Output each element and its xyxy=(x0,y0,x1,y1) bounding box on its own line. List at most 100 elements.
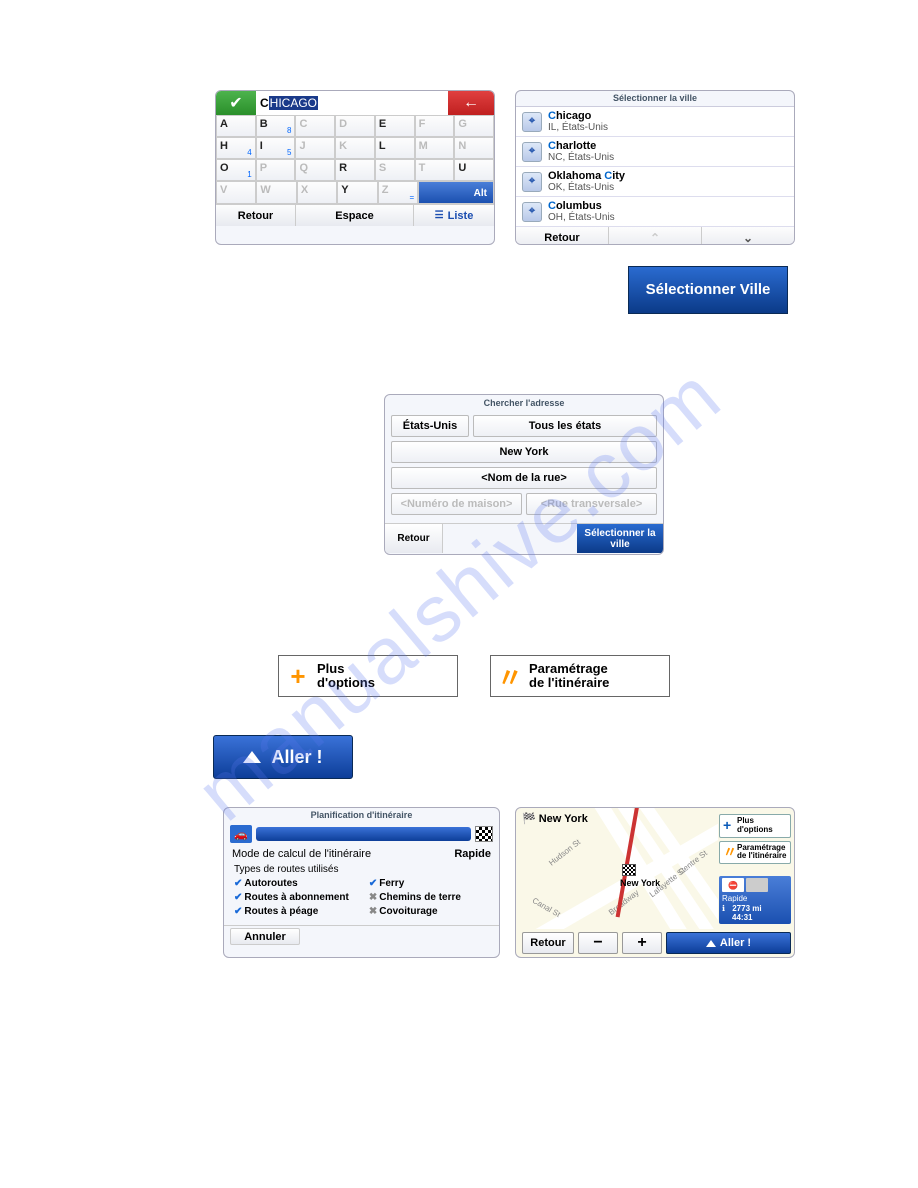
go-button[interactable]: Aller ! xyxy=(213,735,353,779)
cancel-button[interactable]: Annuler xyxy=(230,928,300,945)
vehicle-icon[interactable]: 🚗 xyxy=(230,825,252,843)
key-B[interactable]: B8 xyxy=(256,115,296,137)
city-name: Oklahoma City xyxy=(548,170,625,182)
key-U[interactable]: U xyxy=(454,159,494,181)
keyboard-panel: ✔ CHICAGO ← AB8CDEFGH4I5JKLMNO1PQRSTUVWX… xyxy=(215,90,495,245)
city-icon: ⌖ xyxy=(522,142,542,162)
city-sub: IL, États-Unis xyxy=(548,122,608,133)
street-label: Hudson St xyxy=(547,837,582,867)
key-Q: Q xyxy=(295,159,335,181)
route-settings-button[interactable]: 〃 Paramétragede l'itinéraire xyxy=(490,655,670,697)
key-O[interactable]: O1 xyxy=(216,159,256,181)
city-list-item[interactable]: ⌖ Oklahoma CityOK, États-Unis xyxy=(516,167,794,197)
keyboard-confirm-button[interactable]: ✔ xyxy=(216,91,256,115)
key-R[interactable]: R xyxy=(335,159,375,181)
address-select-city-label: Sélectionner la ville xyxy=(577,528,663,550)
route-alt-icon xyxy=(746,878,768,892)
route-settings-line1: Paramétrage xyxy=(529,661,608,676)
key-Y[interactable]: Y xyxy=(337,181,377,204)
address-select-city-button[interactable]: Sélectionner la ville xyxy=(577,524,663,553)
arc-icon: 〃 xyxy=(497,663,523,689)
city-list-scroll-up-button[interactable]: ⌃ xyxy=(609,227,702,245)
map-back-button[interactable]: Retour xyxy=(522,932,574,954)
keyboard-back-button[interactable]: Retour xyxy=(216,205,296,226)
list-icon: ☰ xyxy=(435,210,444,221)
key-F: F xyxy=(415,115,455,137)
map-go-label: Aller ! xyxy=(720,937,751,949)
address-back-button[interactable]: Retour xyxy=(385,524,443,553)
key-I[interactable]: I5 xyxy=(256,137,296,159)
city-list-title: Sélectionner la ville xyxy=(516,91,794,106)
arrow-down-icon: ⌄ xyxy=(743,231,753,245)
go-arrow-icon xyxy=(243,751,261,763)
key-X: X xyxy=(297,181,337,204)
city-sub: NC, États-Unis xyxy=(548,152,614,163)
select-city-label: Sélectionner Ville xyxy=(646,282,771,299)
street-label: Canal St xyxy=(531,896,562,919)
route-planning-title: Planification d'itinéraire xyxy=(224,808,499,822)
key-M: M xyxy=(415,137,455,159)
city-list-item[interactable]: ⌖ColumbusOH, États-Unis xyxy=(516,197,794,227)
road-type-item[interactable]: ✔Ferry xyxy=(369,877,461,891)
destination-label: New York xyxy=(620,878,660,888)
country-button[interactable]: États-Unis xyxy=(391,415,469,437)
key-J: J xyxy=(295,137,335,159)
key-L[interactable]: L xyxy=(375,137,415,159)
keyboard-entry-field[interactable]: CHICAGO xyxy=(256,91,448,115)
city-list-item[interactable]: ⌖CharlotteNC, États-Unis xyxy=(516,137,794,167)
key-S: S xyxy=(375,159,415,181)
key-H[interactable]: H4 xyxy=(216,137,256,159)
route-info-panel[interactable]: ⛔ Rapide ℹ 2773 mi 44:31 xyxy=(719,876,791,924)
map-canvas[interactable]: Hudson St Broadway Lafayette St Centre S… xyxy=(516,808,718,929)
zoom-out-button[interactable]: − xyxy=(578,932,618,954)
alt-key[interactable]: Alt xyxy=(418,181,494,204)
road-type-item[interactable]: ✖Covoiturage xyxy=(369,905,461,919)
road-type-item[interactable]: ✔Routes à abonnement xyxy=(234,891,349,905)
road-type-item[interactable]: ✔Autoroutes xyxy=(234,877,349,891)
key-C: C xyxy=(295,115,335,137)
map-panel: Hudson St Broadway Lafayette St Centre S… xyxy=(515,807,795,958)
key-A[interactable]: A xyxy=(216,115,256,137)
key-D: D xyxy=(335,115,375,137)
map-more-options-button[interactable]: +Plusd'options xyxy=(719,814,791,838)
map-title: 🏁New York xyxy=(522,812,588,825)
cross-street-button: <Rue transversale> xyxy=(526,493,657,515)
key-E[interactable]: E xyxy=(375,115,415,137)
city-list-item[interactable]: ⌖ChicagoIL, États-Unis xyxy=(516,107,794,137)
road-type-item[interactable]: ✖Chemins de terre xyxy=(369,891,461,905)
city-name: Chicago xyxy=(548,110,608,122)
road-type-item[interactable]: ✔Routes à péage xyxy=(234,905,349,919)
house-number-button: <Numéro de maison> xyxy=(391,493,522,515)
go-label: Aller ! xyxy=(271,747,322,768)
keyboard-space-button[interactable]: Espace xyxy=(296,205,414,226)
city-list-back-button[interactable]: Retour xyxy=(516,227,609,245)
address-panel: Chercher l'adresse États-Unis Tous les é… xyxy=(384,394,664,555)
route-mode-value[interactable]: Rapide xyxy=(454,848,491,860)
zoom-in-button[interactable]: + xyxy=(622,932,662,954)
city-sub: OK, États-Unis xyxy=(548,182,625,193)
city-button[interactable]: New York xyxy=(391,441,657,463)
more-options-line2: d'options xyxy=(317,675,375,690)
all-states-button[interactable]: Tous les états xyxy=(473,415,657,437)
city-icon: ⌖ xyxy=(522,202,542,222)
city-icon: ⌖ xyxy=(522,172,542,192)
select-city-button[interactable]: Sélectionner Ville xyxy=(628,266,788,314)
city-name: Columbus xyxy=(548,200,615,212)
more-options-button[interactable]: + Plusd'options xyxy=(278,655,458,697)
route-mode: Rapide xyxy=(722,894,788,904)
road-types-title: Types de routes utilisés xyxy=(234,864,489,875)
map-route-settings-button[interactable]: 〃Paramétragede l'itinéraire xyxy=(719,841,791,865)
city-list-scroll-down-button[interactable]: ⌄ xyxy=(702,227,794,245)
keyboard-entry-prefix: C xyxy=(260,96,269,110)
key-G: G xyxy=(454,115,494,137)
key-K: K xyxy=(335,137,375,159)
backspace-button[interactable]: ← xyxy=(448,91,494,115)
route-distance: 2773 mi xyxy=(732,904,761,913)
key-Z: Z= xyxy=(378,181,418,204)
keyboard-list-button[interactable]: ☰Liste xyxy=(414,205,494,226)
more-options-line1: Plus xyxy=(317,661,344,676)
map-go-button[interactable]: Aller ! xyxy=(666,932,791,954)
route-progress-bar xyxy=(256,827,471,841)
street-name-button[interactable]: <Nom de la rue> xyxy=(391,467,657,489)
route-mode-label: Mode de calcul de l'itinéraire xyxy=(232,848,371,860)
